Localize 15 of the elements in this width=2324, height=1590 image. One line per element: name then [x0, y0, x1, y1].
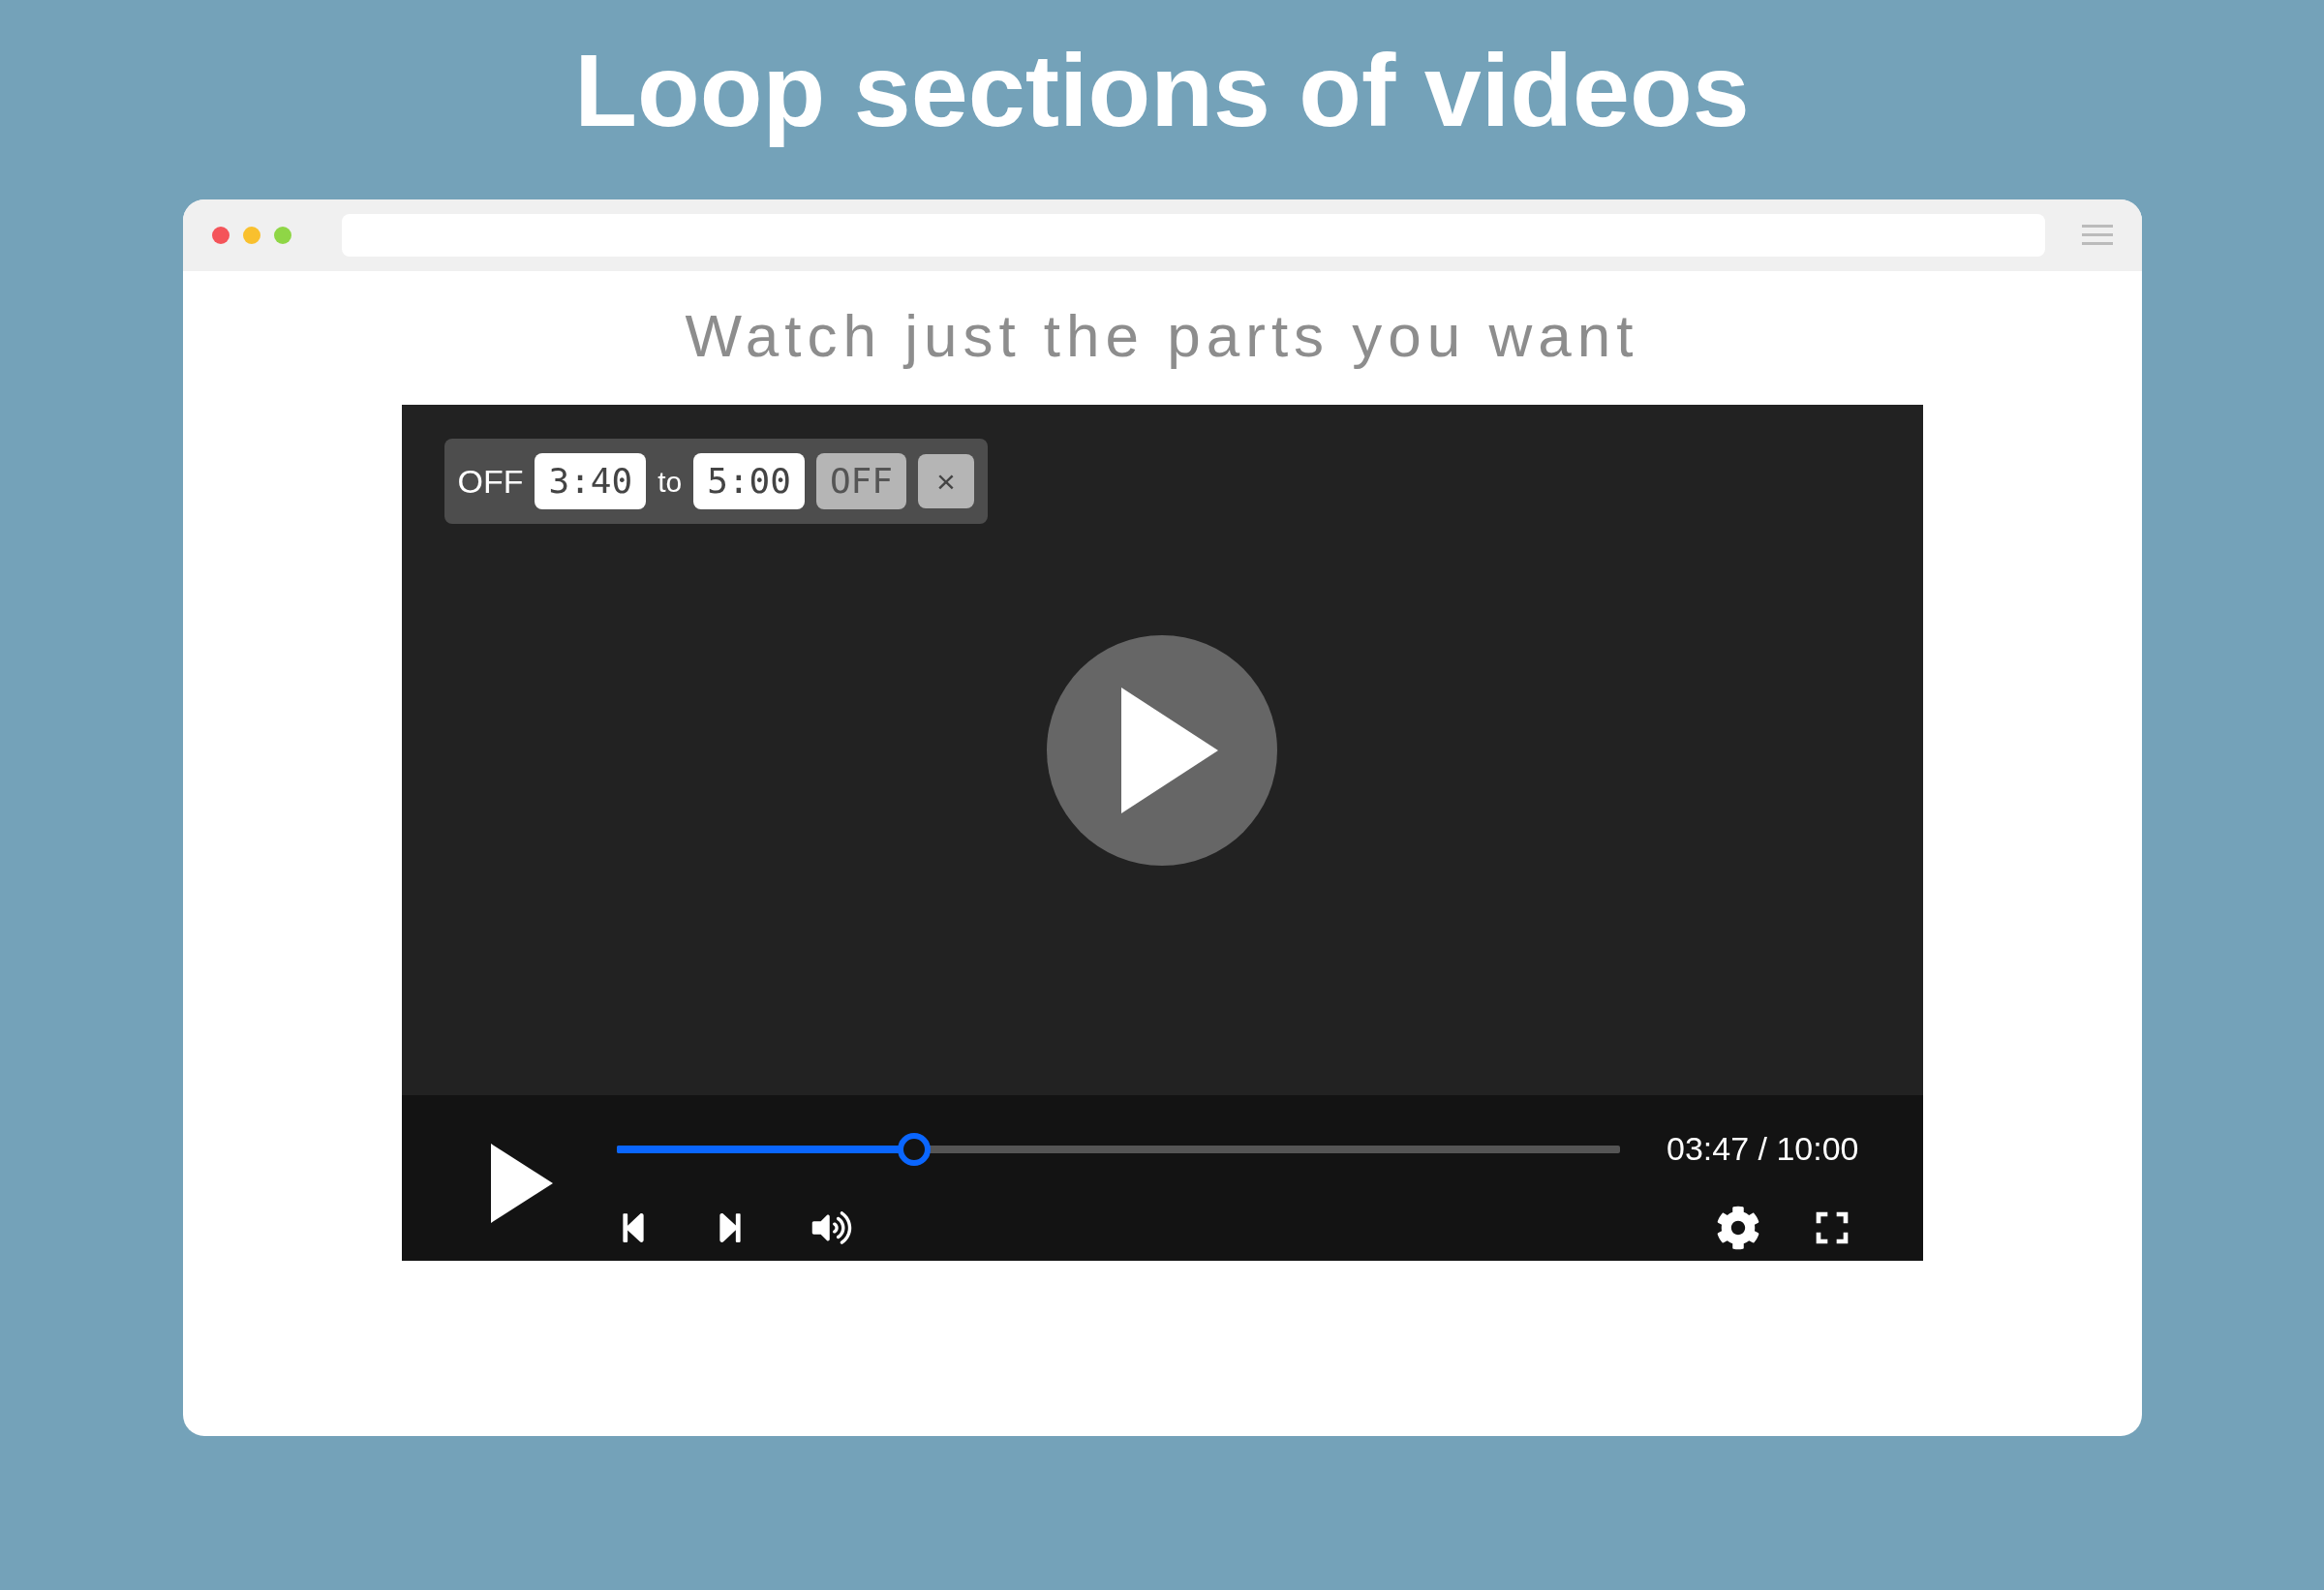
play-icon — [1121, 687, 1218, 813]
close-button[interactable]: × — [917, 454, 974, 509]
time-display: 03:47 / 10:00 — [1667, 1129, 1859, 1170]
settings-icon[interactable] — [1715, 1206, 1760, 1251]
volume-icon[interactable] — [810, 1210, 853, 1246]
page-heading: Loop sections of videos — [574, 32, 1750, 149]
loop-toggle-button[interactable]: OFF — [815, 453, 906, 510]
end-time-field[interactable]: 5:00 — [693, 453, 805, 510]
start-time-field[interactable]: 3:40 — [535, 453, 647, 510]
progress-thumb[interactable] — [898, 1132, 932, 1166]
subtitle: Watch just the parts you want — [685, 306, 1639, 367]
play-icon[interactable] — [490, 1143, 553, 1223]
loop-status: OFF — [457, 461, 524, 502]
to-label: to — [657, 464, 683, 500]
progress-slider[interactable] — [616, 1132, 1620, 1166]
